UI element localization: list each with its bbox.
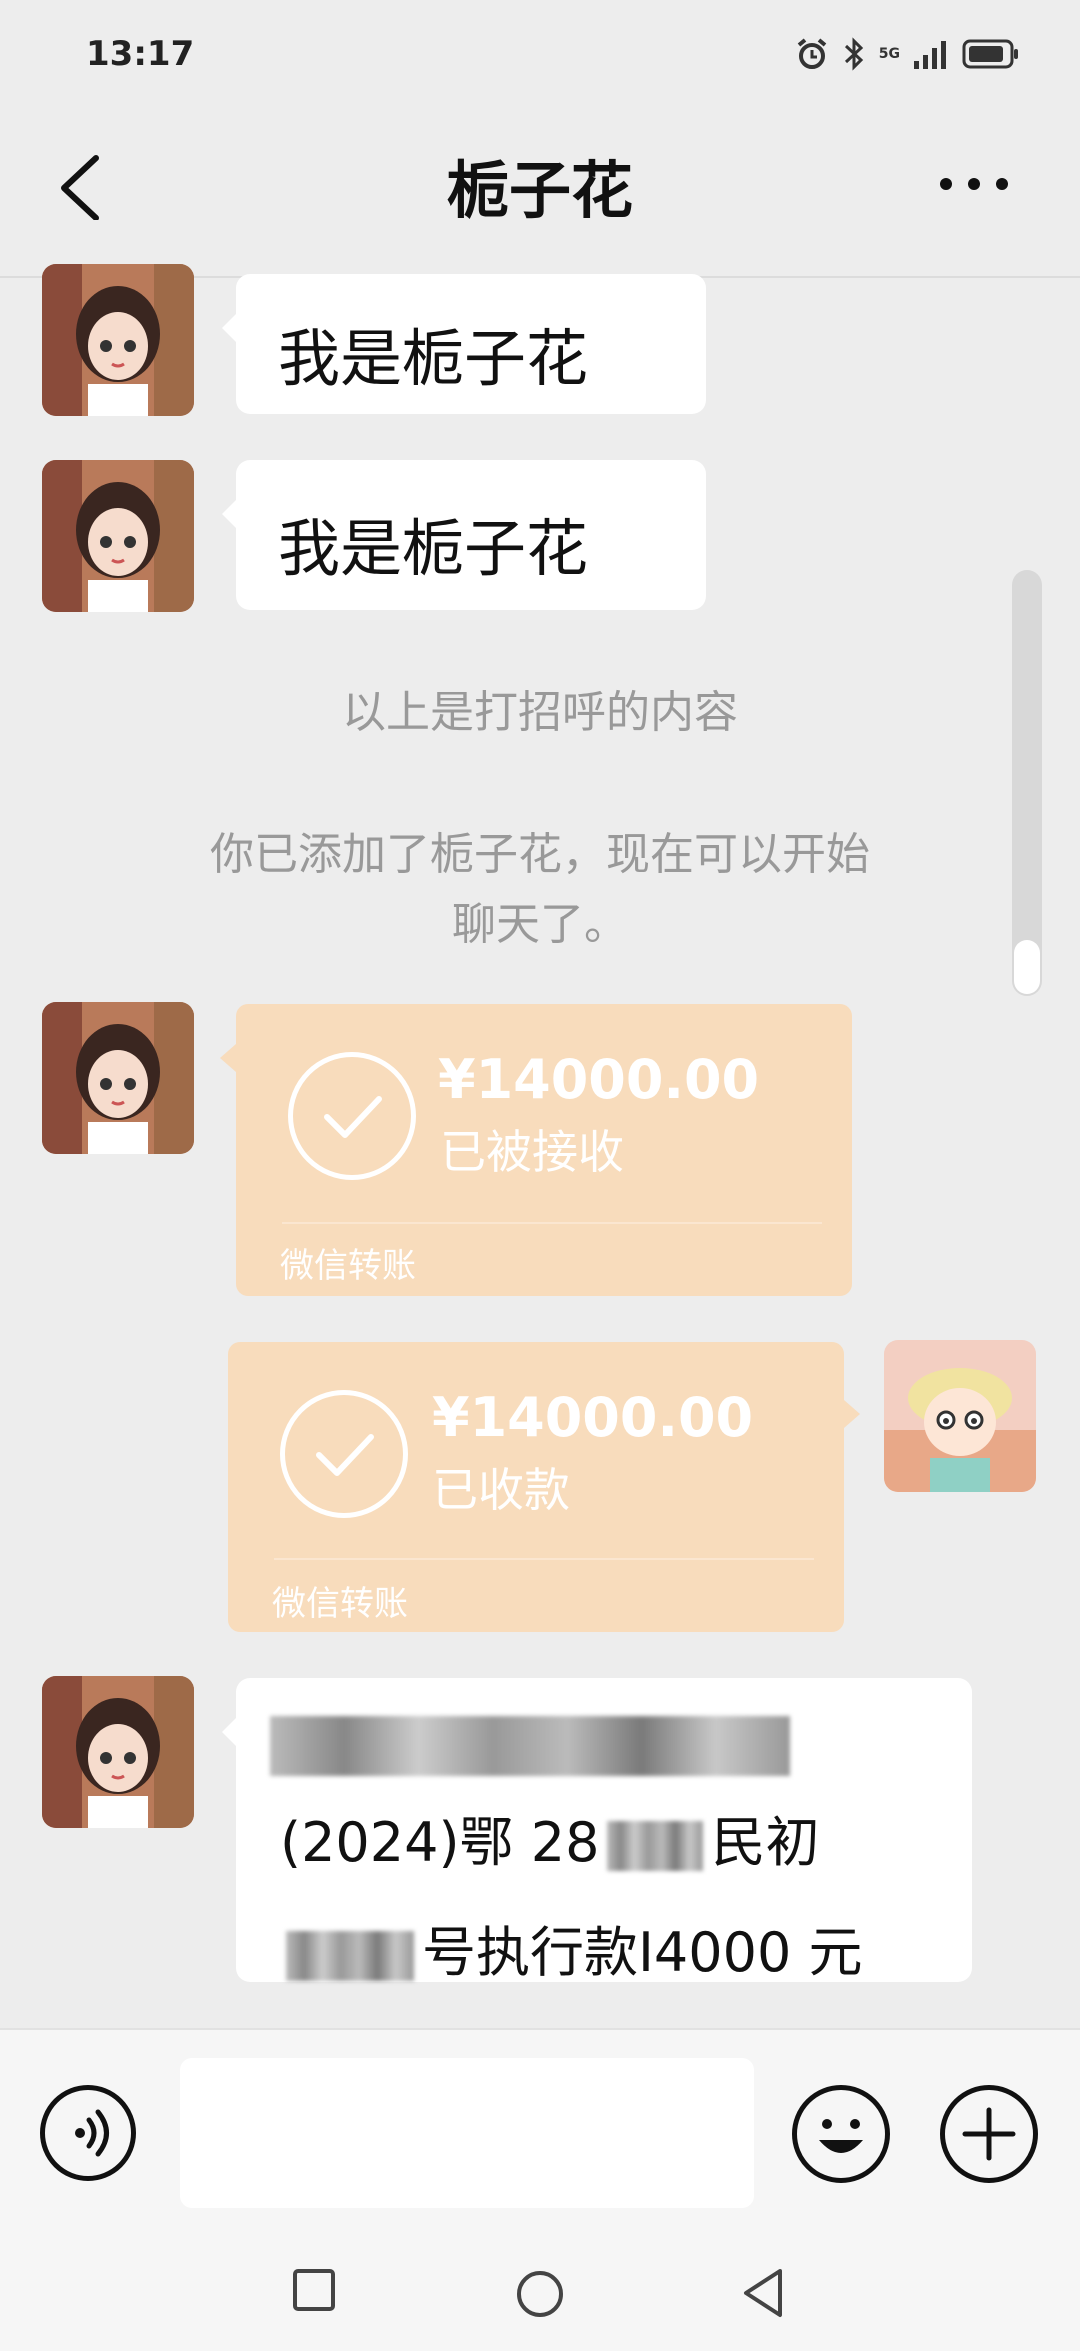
home-button[interactable] bbox=[514, 2268, 566, 2324]
nav-back-button[interactable] bbox=[740, 2266, 786, 2324]
transfer-card[interactable]: ¥14000.00 已收款 微信转账 bbox=[228, 1342, 860, 1632]
contact-avatar[interactable] bbox=[42, 1002, 194, 1154]
transfer-amount: ¥14000.00 bbox=[438, 1048, 760, 1111]
transfer-divider bbox=[282, 1222, 822, 1224]
transfer-card[interactable]: ¥14000.00 已被接收 微信转账 bbox=[220, 1004, 852, 1296]
transfer-amount: ¥14000.00 bbox=[432, 1386, 754, 1449]
bubble-tail bbox=[222, 314, 236, 342]
transfer-status: 已收款 bbox=[432, 1463, 570, 1517]
redacted-digits bbox=[286, 1931, 414, 1982]
system-notice: 你已添加了栀子花，现在可以开始 bbox=[210, 829, 870, 880]
plus-icon bbox=[962, 2107, 1016, 2161]
message-text: 我是栀子花 bbox=[278, 512, 589, 585]
contact-avatar[interactable] bbox=[42, 460, 194, 612]
case-number-suffix: 民初 bbox=[711, 1811, 820, 1874]
battery-icon bbox=[962, 39, 1018, 69]
redacted-digits bbox=[607, 1821, 704, 1872]
voice-icon bbox=[75, 2109, 109, 2157]
payment-line: 号执行款I4000 元 bbox=[286, 1908, 863, 1987]
transfer-status: 已被接收 bbox=[440, 1125, 624, 1179]
emoji-icon bbox=[819, 2119, 863, 2153]
message-text: 我是栀子花 bbox=[278, 322, 589, 395]
status-time: 13:17 bbox=[86, 34, 195, 74]
check-icon bbox=[288, 1052, 416, 1180]
case-number-line: (2024)鄂 28 民初 bbox=[280, 1798, 819, 1877]
bubble-tail bbox=[222, 1718, 236, 1746]
check-icon bbox=[280, 1390, 408, 1518]
chat-title: 栀子花 bbox=[446, 154, 633, 227]
message-bubble[interactable]: 我是栀子花 bbox=[222, 460, 706, 610]
contact-avatar[interactable] bbox=[42, 1676, 194, 1828]
more-icon bbox=[940, 178, 1008, 190]
message-bubble[interactable]: 我是栀子花 bbox=[222, 274, 706, 414]
input-bar-divider bbox=[0, 2028, 1080, 2030]
transfer-footer: 微信转账 bbox=[272, 1584, 408, 1624]
signal-icon bbox=[914, 41, 946, 69]
network-type-label: 5G bbox=[878, 46, 900, 62]
alarm-icon bbox=[797, 38, 827, 69]
scrollbar[interactable] bbox=[1012, 570, 1042, 996]
contact-avatar[interactable] bbox=[42, 264, 194, 416]
system-notice: 以上是打招呼的内容 bbox=[342, 687, 738, 738]
plus-button[interactable] bbox=[940, 2085, 1038, 2183]
bluetooth-icon bbox=[844, 37, 863, 71]
status-icons: 5G bbox=[795, 30, 1020, 78]
more-button[interactable] bbox=[938, 172, 1010, 196]
redacted-text bbox=[270, 1716, 790, 1782]
my-avatar[interactable] bbox=[884, 1340, 1036, 1492]
bubble-tail bbox=[222, 500, 236, 528]
voice-button[interactable] bbox=[40, 2085, 136, 2181]
message-input[interactable] bbox=[180, 2058, 754, 2208]
scrollbar-thumb[interactable] bbox=[1014, 940, 1040, 994]
transfer-divider bbox=[274, 1558, 814, 1560]
system-notice: 聊天了。 bbox=[452, 899, 628, 950]
case-number-prefix: (2024)鄂 28 bbox=[280, 1811, 600, 1874]
bubble-tail bbox=[844, 1400, 860, 1428]
bubble-tail bbox=[220, 1044, 236, 1072]
square-icon bbox=[293, 2269, 335, 2311]
payment-text: 号执行款I4000 元 bbox=[422, 1921, 863, 1984]
emoji-button[interactable] bbox=[792, 2085, 890, 2183]
triangle-back-icon bbox=[744, 2269, 782, 2317]
recent-apps-button[interactable] bbox=[292, 2268, 336, 2316]
circle-icon bbox=[517, 2271, 563, 2317]
message-bubble[interactable]: (2024)鄂 28 民初 号执行款I4000 元 bbox=[222, 1678, 972, 1984]
transfer-footer: 微信转账 bbox=[280, 1246, 416, 1286]
